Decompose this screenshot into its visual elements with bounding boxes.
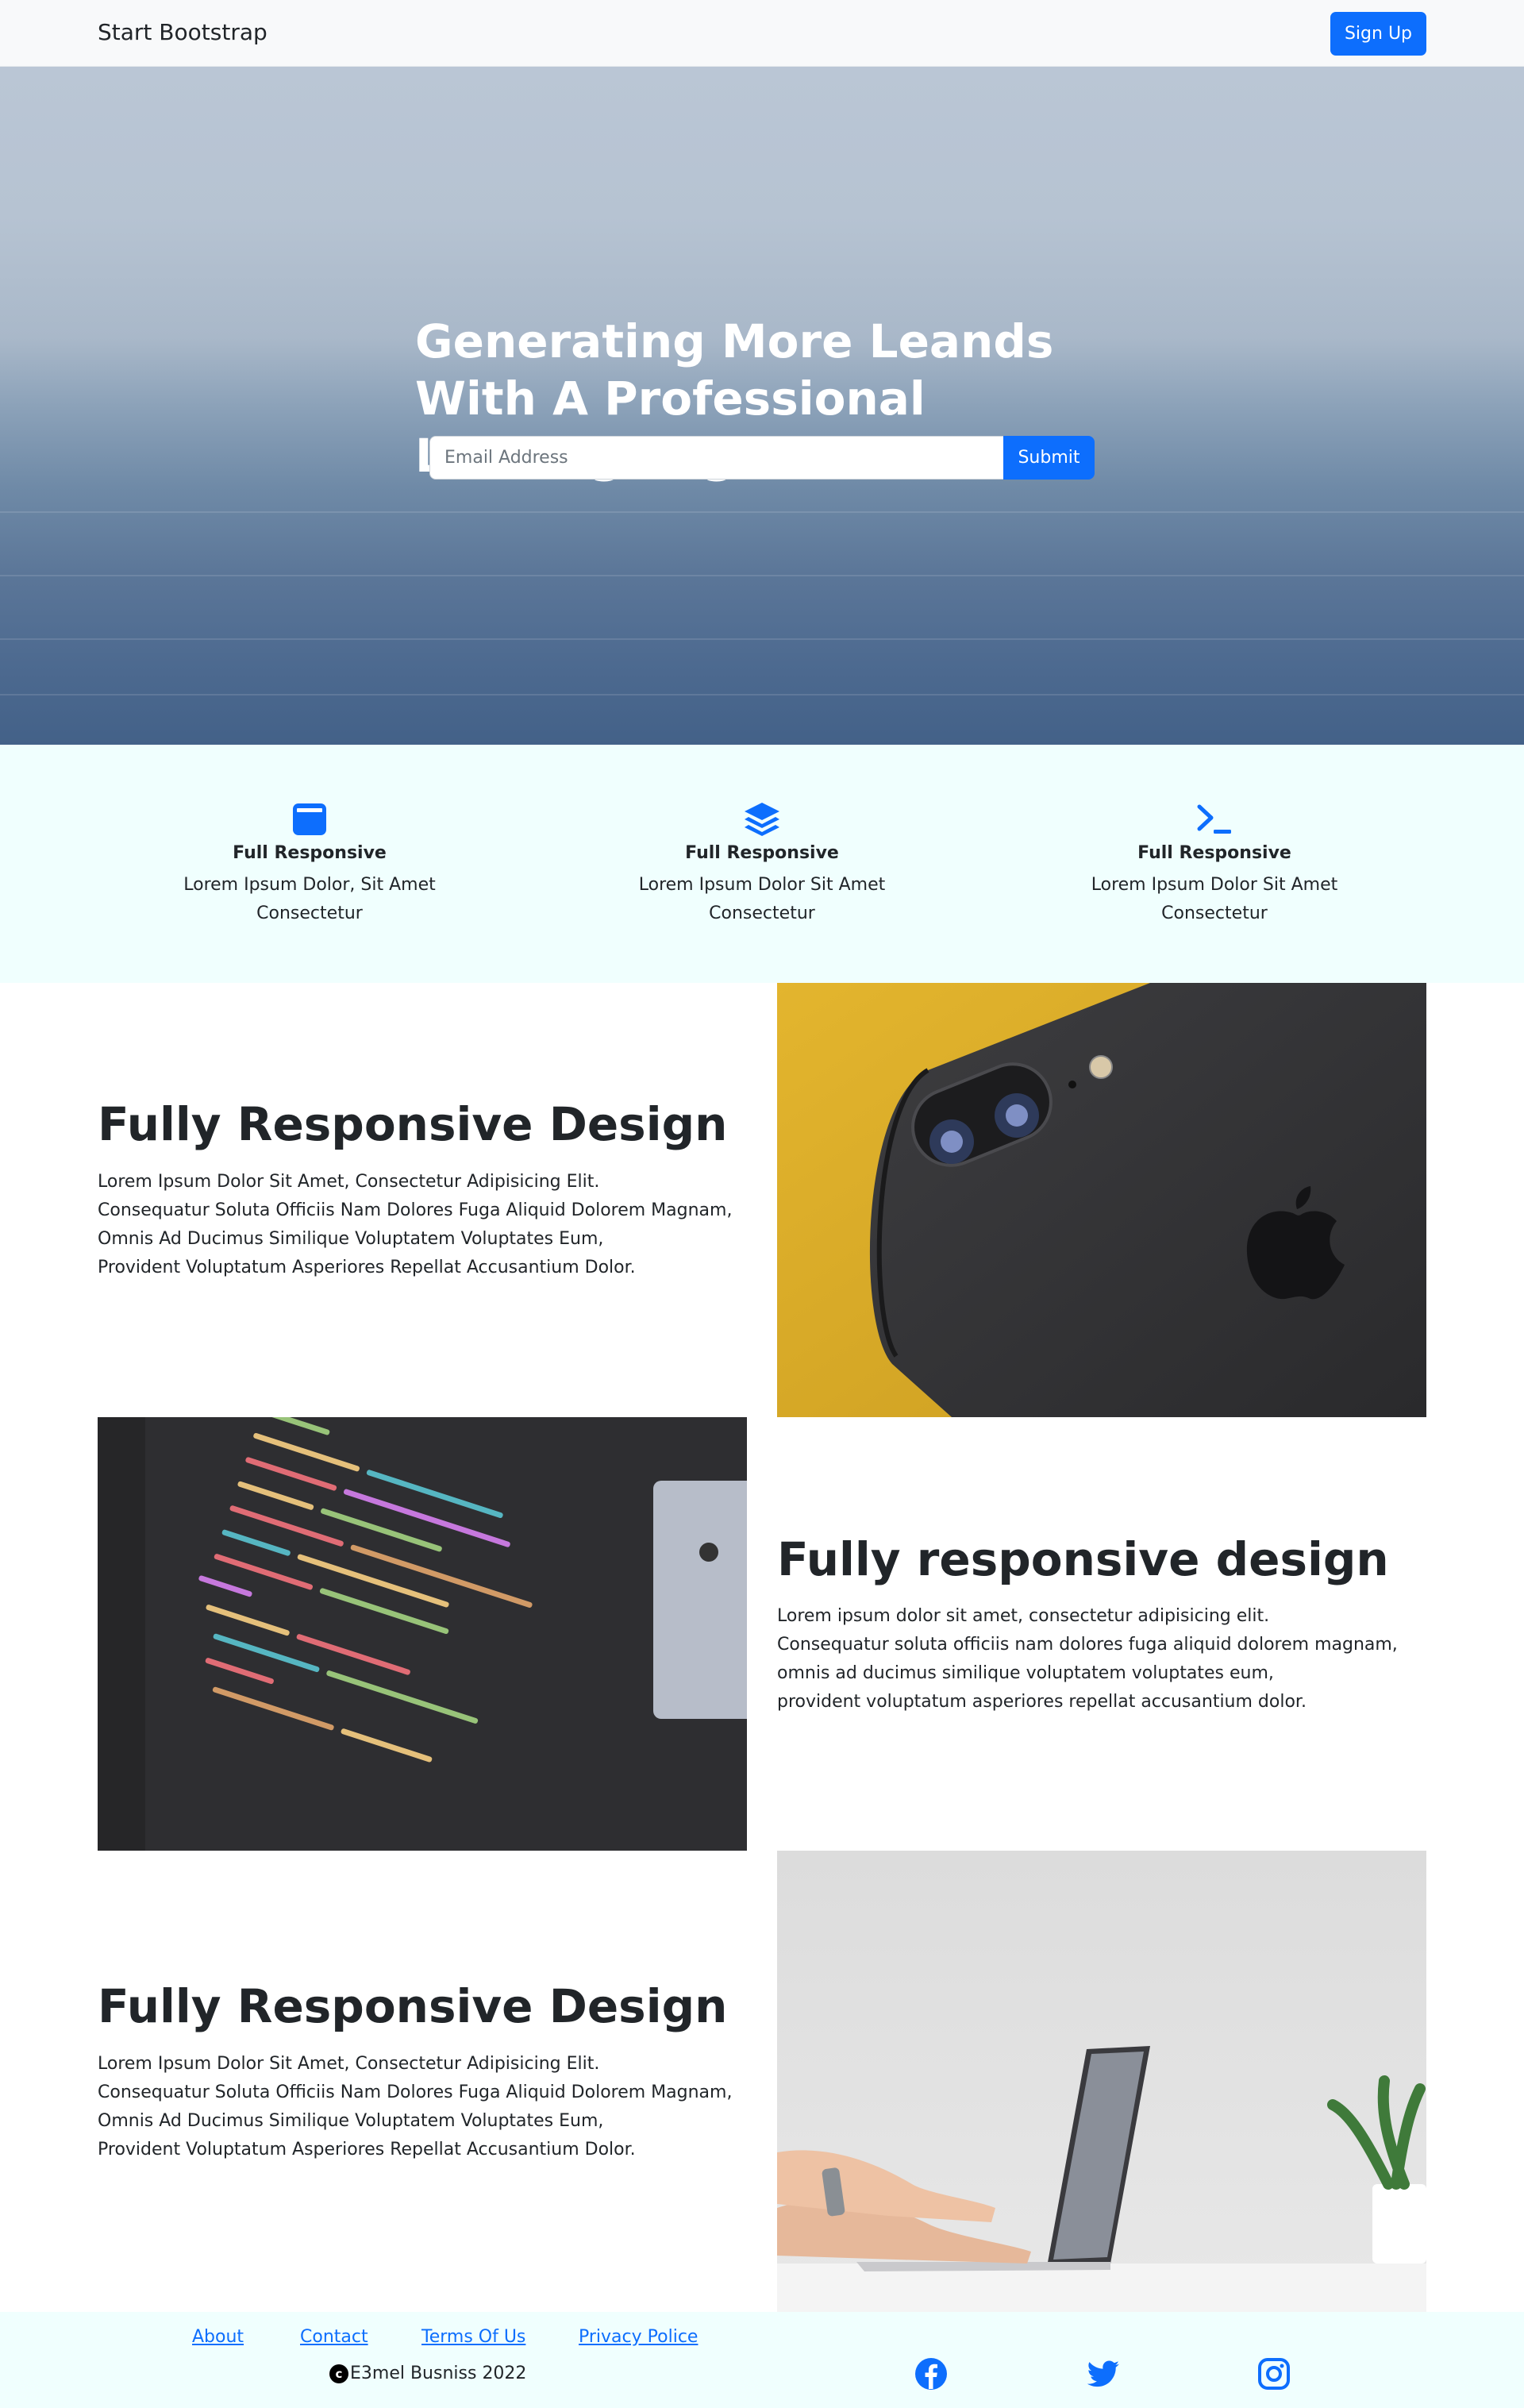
layers-icon	[745, 803, 779, 836]
copyright: c E3mel Busniss 2022	[329, 2364, 526, 2383]
showcase-text: Lorem Ipsum Dolor Sit Amet, Consectetur …	[98, 1168, 732, 1282]
showcase-text-line: Omnis Ad Ducimus Similique Voluptatem Vo…	[98, 1229, 604, 1249]
showcase-text: Lorem Ipsum Dolor Sit Amet, Consectetur …	[98, 2050, 732, 2164]
showcase-text-line: Provident Voluptatum Asperiores Repellat…	[98, 2140, 636, 2159]
showcase-title: Fully Responsive Design	[98, 1097, 728, 1151]
hero-wave-line	[0, 511, 1524, 513]
footer-link-about[interactable]: About	[192, 2327, 244, 2347]
showcase-text-line: Consequatur Soluta Officiis Nam Dolores …	[98, 2082, 733, 2102]
feature-card: Full Responsive Lorem Ipsum Dolor Sit Am…	[595, 800, 929, 928]
footer-link-terms[interactable]: Terms Of Us	[421, 2327, 525, 2347]
showcase-title: Fully Responsive Design	[98, 1979, 728, 2033]
showcase-text-line: provident voluptatum asperiores repellat…	[777, 1692, 1307, 1712]
showcase-text-line: omnis ad ducimus similique voluptatem vo…	[777, 1663, 1274, 1683]
showcase-text-line: Consequatur soluta officiis nam dolores …	[777, 1635, 1398, 1655]
hero-wave-line	[0, 638, 1524, 640]
code-image	[98, 1417, 747, 1851]
feature-text: Lorem Ipsum Dolor Sit Amet Consectetur	[1091, 875, 1338, 923]
hero-wave-line	[0, 694, 1524, 695]
showcase-text: Lorem ipsum dolor sit amet, consectetur …	[777, 1602, 1398, 1716]
terminal-icon	[1197, 804, 1231, 834]
feature-title: Full Responsive	[1137, 843, 1291, 863]
email-input[interactable]	[429, 436, 1005, 480]
phone-image	[777, 983, 1426, 1417]
facebook-icon[interactable]	[914, 2357, 948, 2391]
feature-text: Lorem Ipsum Dolor, Sit Amet Consectetur	[183, 875, 436, 923]
feature-card: Full Responsive Lorem Ipsum Dolor, Sit A…	[143, 800, 476, 928]
showcase-text-line: Lorem Ipsum Dolor Sit Amet, Consectetur …	[98, 2054, 600, 2074]
copyright-icon: c	[329, 2364, 348, 2383]
feature-card: Full Responsive Lorem Ipsum Dolor Sit Am…	[1048, 800, 1381, 928]
brand-link[interactable]: Start Bootstrap	[98, 19, 267, 45]
laptop-image	[777, 1851, 1426, 2312]
navbar: Start Bootstrap Sign Up	[0, 0, 1524, 67]
showcase-text-line: Provident Voluptatum Asperiores Repellat…	[98, 1258, 636, 1277]
instagram-icon[interactable]	[1257, 2357, 1291, 2391]
feature-text: Lorem Ipsum Dolor Sit Amet Consectetur	[638, 875, 886, 923]
hero-wave-line	[0, 575, 1524, 576]
feature-title: Full Responsive	[233, 843, 387, 863]
footer-link-contact[interactable]: Contact	[300, 2327, 368, 2347]
features-section: Full Responsive Lorem Ipsum Dolor, Sit A…	[0, 745, 1524, 983]
sign-up-button[interactable]: Sign Up	[1330, 12, 1426, 56]
showcase-text-line: Lorem Ipsum Dolor Sit Amet, Consectetur …	[98, 1172, 600, 1192]
showcase-text-line: Omnis Ad Ducimus Similique Voluptatem Vo…	[98, 2111, 604, 2131]
footer-link-privacy[interactable]: Privacy Police	[579, 2327, 698, 2347]
footer: About Contact Terms Of Us Privacy Police…	[0, 2312, 1524, 2408]
window-icon	[293, 803, 326, 835]
showcase-text-line: Lorem ipsum dolor sit amet, consectetur …	[777, 1606, 1270, 1626]
feature-title: Full Responsive	[685, 843, 839, 863]
showcase-text-line: Consequatur Soluta Officiis Nam Dolores …	[98, 1200, 733, 1220]
hero-section: Generating More Leands With A Profession…	[0, 67, 1524, 745]
showcase-title: Fully responsive design	[777, 1532, 1389, 1586]
copyright-text: E3mel Busniss 2022	[350, 2364, 527, 2383]
twitter-icon[interactable]	[1087, 2357, 1120, 2391]
submit-button[interactable]: Submit	[1003, 436, 1095, 480]
